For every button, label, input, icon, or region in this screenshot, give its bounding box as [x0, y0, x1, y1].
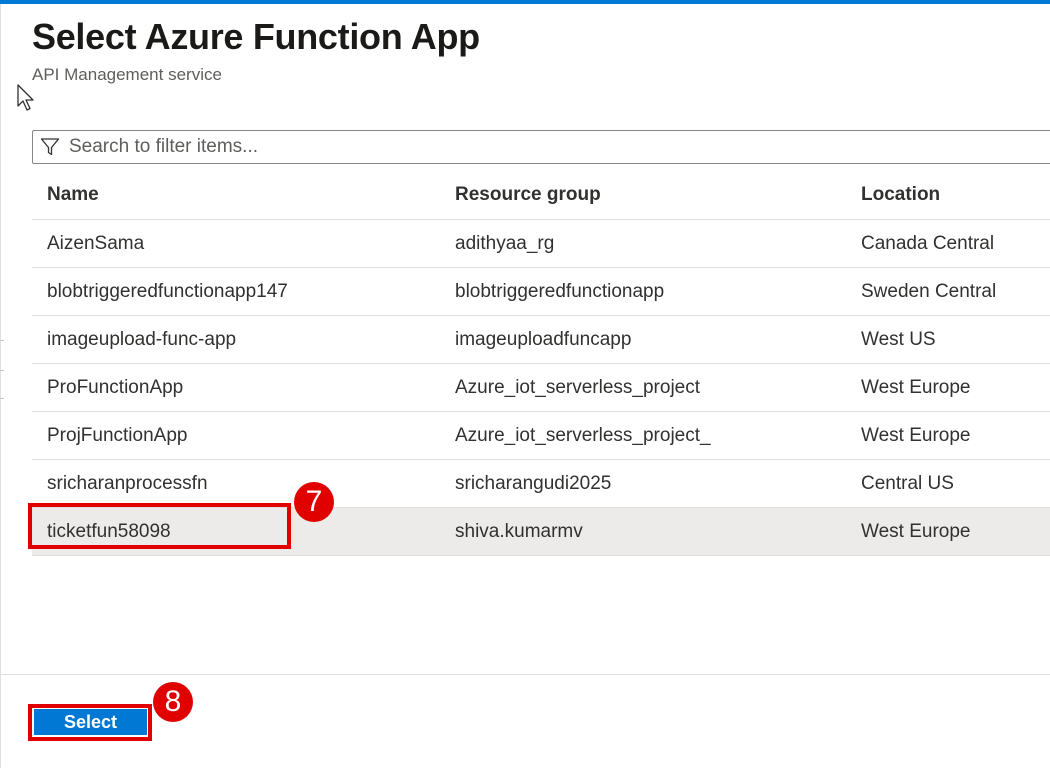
- row-name: AizenSama: [47, 232, 145, 254]
- row-resource-group: shiva.kumarmv: [455, 520, 583, 542]
- page-title: Select Azure Function App: [32, 16, 480, 57]
- table-row[interactable]: AizenSama adithyaa_rg Canada Central: [32, 220, 1050, 268]
- mouse-pointer-icon: [17, 84, 34, 111]
- column-header-name[interactable]: Name: [47, 170, 99, 219]
- row-location: West Europe: [861, 424, 971, 446]
- search-input[interactable]: [69, 133, 1029, 161]
- row-resource-group: adithyaa_rg: [455, 232, 555, 254]
- page-subtitle: API Management service: [32, 65, 222, 84]
- filter-icon: [40, 138, 60, 156]
- edge-tick: [0, 398, 4, 399]
- row-location: Canada Central: [861, 232, 995, 254]
- function-app-table: Name Resource group Location AizenSama a…: [32, 170, 1050, 556]
- row-location: West Europe: [861, 376, 971, 398]
- column-header-resource-group[interactable]: Resource group: [455, 170, 601, 219]
- row-name: ProjFunctionApp: [47, 424, 188, 446]
- table-header: Name Resource group Location: [32, 170, 1050, 220]
- row-location: West US: [861, 328, 936, 350]
- edge-tick: [0, 340, 4, 341]
- row-location: Sweden Central: [861, 280, 997, 302]
- row-resource-group: sricharangudi2025: [455, 472, 612, 494]
- row-resource-group: imageuploadfuncapp: [455, 328, 632, 350]
- row-resource-group: Azure_iot_serverless_project: [455, 376, 701, 398]
- table-row[interactable]: imageupload-func-app imageuploadfuncapp …: [32, 316, 1050, 364]
- highlight-box-select: [28, 704, 152, 741]
- table-row[interactable]: blobtriggeredfunctionapp147 blobtriggere…: [32, 268, 1050, 316]
- row-name: blobtriggeredfunctionapp147: [47, 280, 288, 302]
- edge-tick: [0, 370, 4, 371]
- blade-left-edge: [0, 4, 4, 768]
- top-accent-bar: [0, 0, 1050, 4]
- table-row[interactable]: ProFunctionApp Azure_iot_serverless_proj…: [32, 364, 1050, 412]
- row-location: West Europe: [861, 520, 971, 542]
- table-row[interactable]: sricharanprocessfn sricharangudi2025 Cen…: [32, 460, 1050, 508]
- step-badge-8: 8: [153, 682, 193, 722]
- search-box[interactable]: [32, 130, 1050, 164]
- step-badge-7: 7: [294, 482, 334, 522]
- highlight-box-row: [28, 503, 291, 549]
- row-name: imageupload-func-app: [47, 328, 237, 350]
- row-name: sricharanprocessfn: [47, 472, 208, 494]
- column-header-location[interactable]: Location: [861, 170, 940, 219]
- footer-divider: [0, 674, 1050, 675]
- row-resource-group: blobtriggeredfunctionapp: [455, 280, 665, 302]
- row-name: ProFunctionApp: [47, 376, 184, 398]
- row-resource-group: Azure_iot_serverless_project_: [455, 424, 711, 446]
- row-location: Central US: [861, 472, 954, 494]
- table-row[interactable]: ProjFunctionApp Azure_iot_serverless_pro…: [32, 412, 1050, 460]
